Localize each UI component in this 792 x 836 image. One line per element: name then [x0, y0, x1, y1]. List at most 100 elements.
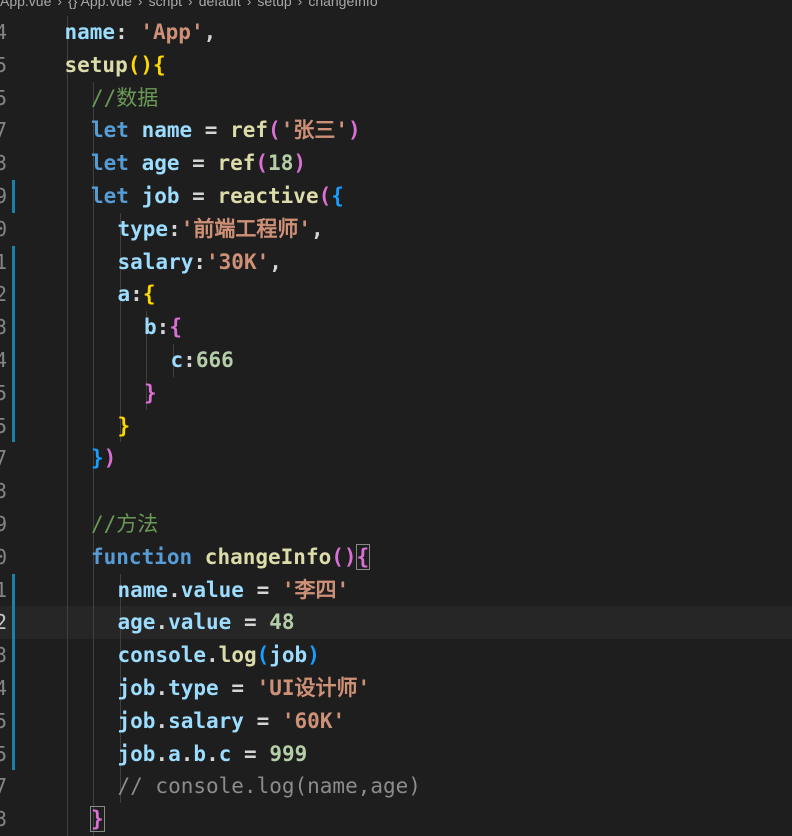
code-token: =	[218, 676, 257, 700]
code-token: function	[91, 544, 205, 569]
code-token: c	[170, 348, 184, 372]
code-token: =	[243, 577, 282, 602]
code-token: reactive	[217, 184, 319, 208]
git-modified-marker	[12, 344, 15, 377]
code-text: a:{	[118, 278, 156, 311]
line-number: 5	[0, 708, 8, 733]
indent-guide	[93, 311, 94, 344]
breadcrumb-item[interactable]: default	[199, 0, 241, 9]
code-line[interactable]: 2 a:{	[0, 278, 792, 312]
line-number: 1	[0, 577, 8, 602]
indent-guide	[66, 212, 68, 246]
code-text: c:666	[171, 344, 234, 377]
code-line[interactable]: 4 name: 'App',	[0, 16, 792, 49]
indent-guide	[66, 442, 68, 476]
code-line[interactable]: 3 b:{	[0, 311, 792, 344]
code-token: }	[144, 380, 157, 405]
breadcrumb-item[interactable]: setup	[257, 0, 291, 9]
code-token: job	[117, 741, 156, 766]
code-text: //方法	[91, 508, 158, 541]
code-token: .	[155, 676, 169, 700]
code-editor[interactable]: 4 name: 'App', 5 setup(){5//数据 7 let name = r…	[0, 16, 792, 836]
code-token: {	[153, 52, 166, 77]
code-line[interactable]: 4 job.type = 'UI设计师'	[0, 672, 792, 705]
code-line[interactable]: 0 function changeInfo(){	[0, 540, 792, 574]
code-token: (	[268, 118, 281, 143]
code-line[interactable]: 2 age.value = 48	[0, 606, 792, 640]
indent-guide	[66, 245, 68, 279]
indent-guide	[93, 475, 94, 508]
line-number: 0	[0, 544, 8, 569]
code-token: .	[155, 708, 169, 733]
code-line[interactable]: 5 setup(){	[0, 48, 792, 82]
code-line[interactable]: 5 job.a.b.c = 999	[0, 737, 792, 771]
indent-guide	[93, 376, 94, 410]
indent-guide	[66, 114, 68, 148]
code-line[interactable]: 7 let name = ref('张三')	[0, 114, 792, 148]
code-token: console	[117, 643, 207, 668]
code-text: salary:'30K',	[118, 246, 282, 279]
code-line[interactable]: 4 c:666	[0, 344, 792, 377]
code-line[interactable]: 3 let age = ref(18)	[0, 147, 792, 180]
code-line[interactable]: 3 console.log(job)	[0, 639, 792, 672]
code-text: job.salary = '60K'	[118, 705, 346, 738]
indent-guide	[66, 737, 68, 771]
code-line[interactable]: 3}	[0, 803, 792, 836]
breadcrumb-item[interactable]: changeInfo	[308, 0, 377, 9]
code-token: ref	[230, 118, 269, 143]
code-line[interactable]: 1 name.value = '李四'	[0, 573, 792, 607]
code-line[interactable]: 9 //方法	[0, 508, 792, 541]
code-line[interactable]: 5 job.salary = '60K'	[0, 704, 792, 738]
indent-guide	[66, 639, 68, 672]
line-number: 3	[0, 807, 8, 832]
line-number: 9	[0, 184, 8, 208]
line-number: 4	[0, 676, 8, 700]
code-token: '张三'	[280, 118, 348, 143]
code-line[interactable]: 3	[0, 475, 792, 508]
indent-guide	[93, 737, 94, 771]
code-token: age	[117, 610, 156, 635]
code-token: )	[103, 446, 117, 471]
code-token: )	[307, 643, 320, 668]
indent-guide	[146, 344, 147, 377]
line-number: 3	[0, 643, 8, 668]
breadcrumb-item[interactable]: {} App.vue	[68, 0, 132, 9]
code-token: age	[141, 151, 180, 176]
line-number: 3	[0, 151, 8, 176]
code-token: salary	[117, 249, 194, 274]
line-number: 5	[0, 741, 8, 766]
line-number: 5	[0, 85, 8, 110]
code-token: }	[117, 413, 131, 438]
breadcrumb-item[interactable]: script	[149, 0, 182, 9]
code-text: //数据	[91, 82, 158, 115]
code-line[interactable]: 5}	[0, 376, 792, 410]
indent-guide	[66, 311, 68, 344]
line-number: 5	[0, 380, 8, 405]
code-token: )	[347, 118, 361, 143]
indent-guide	[66, 606, 68, 640]
code-line[interactable]: 5}	[0, 409, 792, 443]
code-token: =	[192, 118, 231, 143]
code-line[interactable]: 1 salary:'30K',	[0, 245, 792, 279]
code-token: ,	[269, 249, 282, 274]
indent-guide	[66, 81, 68, 115]
code-token: setup	[64, 52, 128, 77]
code-token: ()	[127, 52, 154, 77]
code-token: =	[179, 184, 218, 208]
indent-guide	[93, 639, 94, 672]
code-line[interactable]: 7 // console.log(name,age)	[0, 770, 792, 804]
code-line[interactable]: 0 type:'前端工程师',	[0, 212, 792, 246]
code-token: 999	[269, 741, 308, 766]
code-text: age.value = 48	[118, 606, 295, 639]
code-token: 'UI设计师'	[256, 676, 371, 700]
code-line[interactable]: 9 let job = reactive({	[0, 180, 792, 213]
breadcrumb-item[interactable]: App.vue	[0, 0, 51, 9]
indent-guide	[93, 245, 94, 279]
code-line[interactable]: 5 //数据	[0, 81, 792, 115]
code-line[interactable]: 7})	[0, 442, 792, 476]
chevron-right-icon: ›	[57, 0, 63, 9]
code-token: =	[243, 708, 282, 733]
code-token: job	[117, 708, 156, 733]
code-token: //方法	[91, 512, 159, 536]
code-text: }	[144, 377, 157, 410]
